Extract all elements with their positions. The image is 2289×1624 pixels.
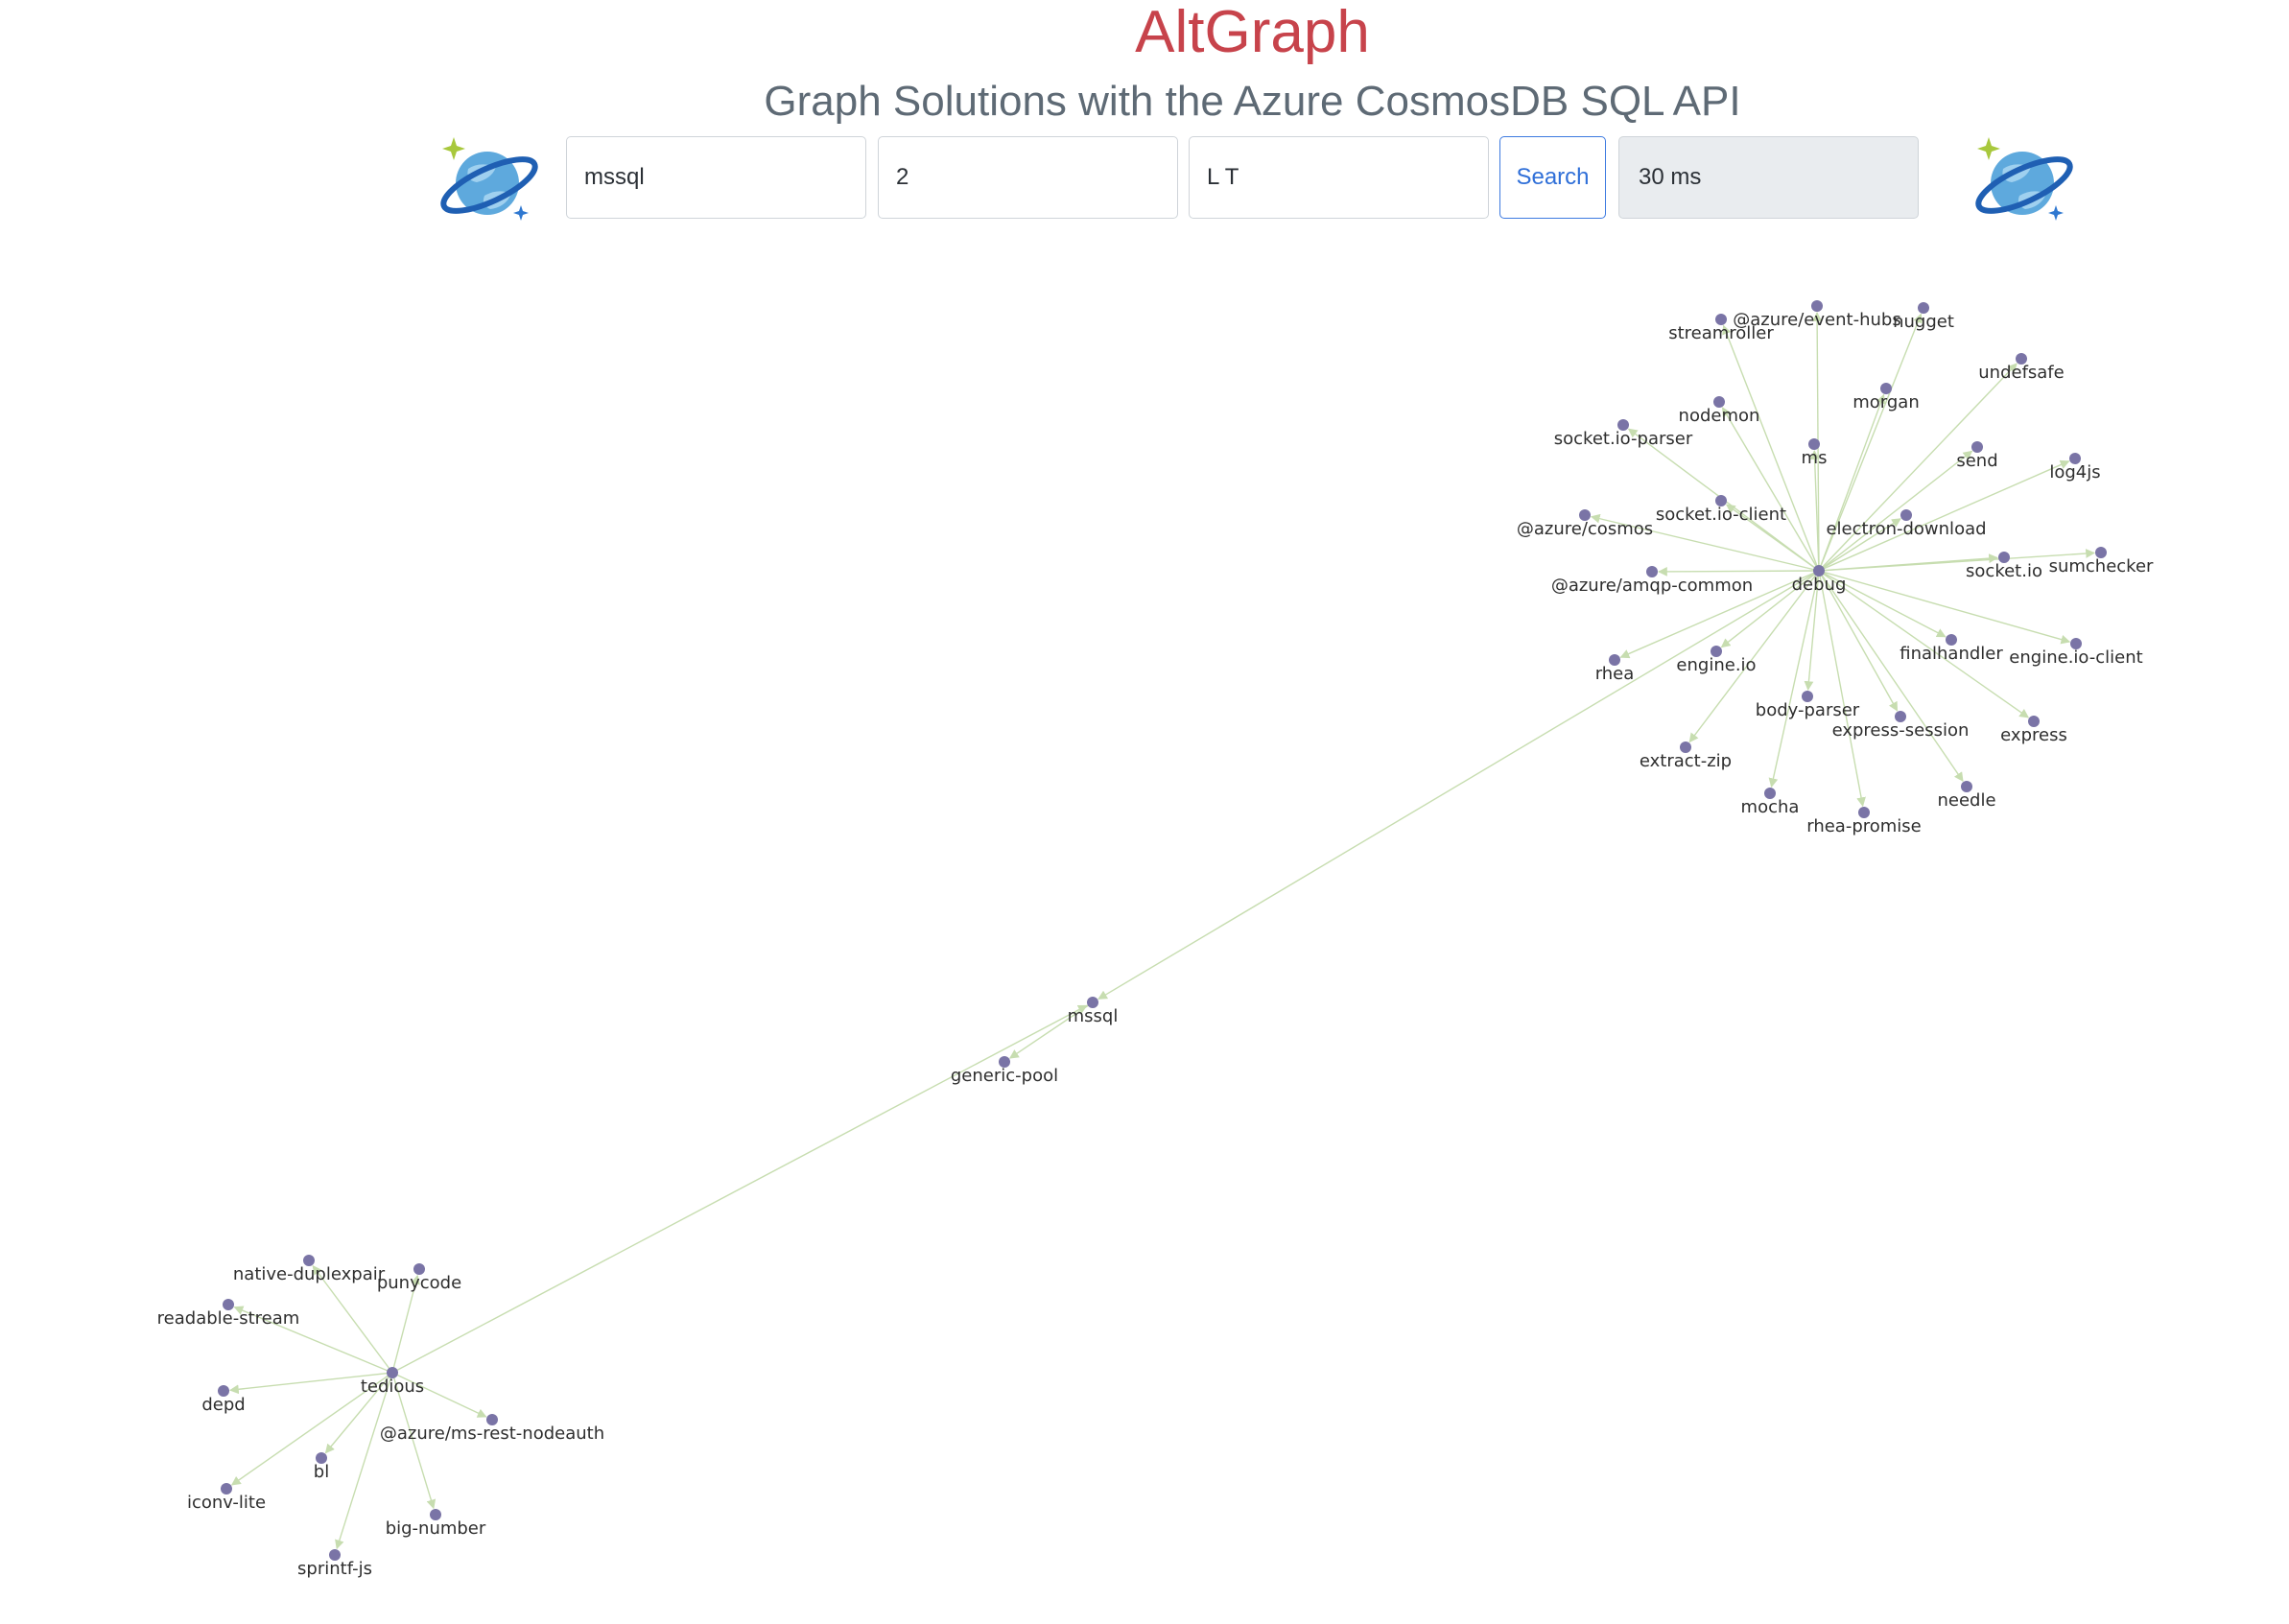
graph-node-big-number[interactable]: big-number [386,1509,486,1539]
node-label: socket.io-parser [1554,429,1693,449]
node-label: rhea-promise [1806,816,1922,836]
node-label: nugget [1893,312,1954,332]
node-label: express [2000,725,2067,745]
altgraph-page: AltGraph Graph Solutions with the Azure … [0,0,2289,1624]
graph-node-morgan[interactable]: morgan [1852,383,1920,412]
node-label: electron-download [1826,519,1986,539]
node-label: send [1956,451,1997,471]
node-label: morgan [1852,392,1920,412]
graph-node-electron-download[interactable]: electron-download [1826,509,1987,539]
node-label: mocha [1741,797,1800,817]
node-label: nodemon [1679,406,1760,426]
node-label: socket.io-client [1656,505,1786,525]
graph-node-send[interactable]: send [1956,441,1998,471]
node-label: sumchecker [2049,556,2154,577]
graph-node-socket-io[interactable]: socket.io [1966,552,2042,581]
graph-node-mocha[interactable]: mocha [1741,788,1800,817]
node-label: ms [1802,448,1828,468]
graph-node-tedious[interactable]: tedious [361,1367,424,1397]
graph-node-engine-io[interactable]: engine.io [1676,646,1757,675]
node-label: debug [1792,575,1847,595]
node-label: big-number [386,1518,486,1539]
node-label: socket.io [1966,561,2042,581]
graph-node-punycode[interactable]: punycode [377,1263,461,1293]
graph-node-native-duplexpair[interactable]: native-duplexpair [233,1255,386,1284]
edge-tedious-to-mssql [391,1004,1088,1374]
node-label: tedious [361,1377,424,1397]
edge-debug-to-rhea-promise [1818,570,1866,808]
graph-node-azure-event-hubs[interactable]: @azure/event-hubs [1733,300,1901,330]
node-label: mssql [1068,1006,1119,1026]
node-label: depd [201,1395,245,1415]
node-label: iconv-lite [187,1493,266,1513]
edge-debug-to-azure-amqp-common [1658,567,1820,577]
edge-debug-to-mssql [1097,570,1820,1000]
graph-node-azure-ms-rest-nodeauth[interactable]: @azure/ms-rest-nodeauth [380,1414,604,1444]
graph-node-nugget[interactable]: nugget [1893,302,1954,332]
node-label: bl [314,1462,329,1482]
edge-debug-to-nodemon [1721,407,1820,572]
node-label: readable-stream [157,1308,300,1329]
node-label: engine.io [1676,655,1756,675]
graph-node-express[interactable]: express [2000,716,2067,745]
node-label: body-parser [1756,700,1860,720]
graph-edges [228,312,2095,1550]
node-label: log4js [2049,462,2100,482]
node-label: extract-zip [1640,751,1732,771]
edge-debug-to-morgan [1818,393,1886,572]
graph-node-rhea-promise[interactable]: rhea-promise [1806,807,1922,836]
graph-node-bl[interactable]: bl [314,1452,329,1482]
node-label: @azure/event-hubs [1733,310,1900,330]
graph-node-generic-pool[interactable]: generic-pool [951,1056,1058,1086]
graph-node-needle[interactable]: needle [1937,781,1996,811]
node-label: rhea [1595,664,1635,684]
graph-node-log4js[interactable]: log4js [2049,453,2101,482]
graph-node-sprintf-js[interactable]: sprintf-js [297,1549,372,1579]
node-label: finalhandler [1900,644,2003,664]
node-label: @azure/amqp-common [1551,576,1753,596]
graph-node-azure-amqp-common[interactable]: @azure/amqp-common [1551,566,1753,596]
graph-node-body-parser[interactable]: body-parser [1756,691,1860,720]
node-label: undefsafe [1978,363,2064,383]
graph-node-sumchecker[interactable]: sumchecker [2049,547,2154,577]
node-label: needle [1937,790,1995,811]
graph-node-rhea[interactable]: rhea [1595,654,1635,684]
graph-node-socket-io-parser[interactable]: socket.io-parser [1554,419,1693,449]
graph-node-azure-cosmos[interactable]: @azure/cosmos [1517,509,1653,539]
edge-tedious-to-sprintf-js [335,1372,393,1550]
graph-node-readable-stream[interactable]: readable-stream [157,1299,300,1329]
node-label: @azure/cosmos [1517,519,1653,539]
graph-node-engine-io-client[interactable]: engine.io-client [2009,638,2143,668]
graph-node-nodemon[interactable]: nodemon [1679,396,1760,426]
graph-nodes: debugstreamroller@azure/event-hubsnugget… [157,300,2154,1579]
graph-node-socket-io-client[interactable]: socket.io-client [1656,495,1786,525]
graph-node-undefsafe[interactable]: undefsafe [1978,353,2065,383]
node-label: punycode [377,1273,461,1293]
graph-node-ms[interactable]: ms [1802,438,1828,468]
node-label: @azure/ms-rest-nodeauth [380,1424,604,1444]
dependency-graph[interactable]: debugstreamroller@azure/event-hubsnugget… [0,0,2289,1624]
graph-node-mssql[interactable]: mssql [1068,997,1119,1026]
node-label: native-duplexpair [233,1264,386,1284]
edge-debug-to-needle [1818,570,1964,783]
node-label: express-session [1832,720,1970,741]
node-label: sprintf-js [297,1559,372,1579]
graph-node-extract-zip[interactable]: extract-zip [1640,741,1732,771]
graph-node-iconv-lite[interactable]: iconv-lite [187,1483,266,1513]
node-label: engine.io-client [2009,647,2142,668]
edge-debug-to-engine-io-client [1818,570,2071,645]
node-label: generic-pool [951,1066,1058,1086]
edge-debug-to-send [1818,450,1973,572]
